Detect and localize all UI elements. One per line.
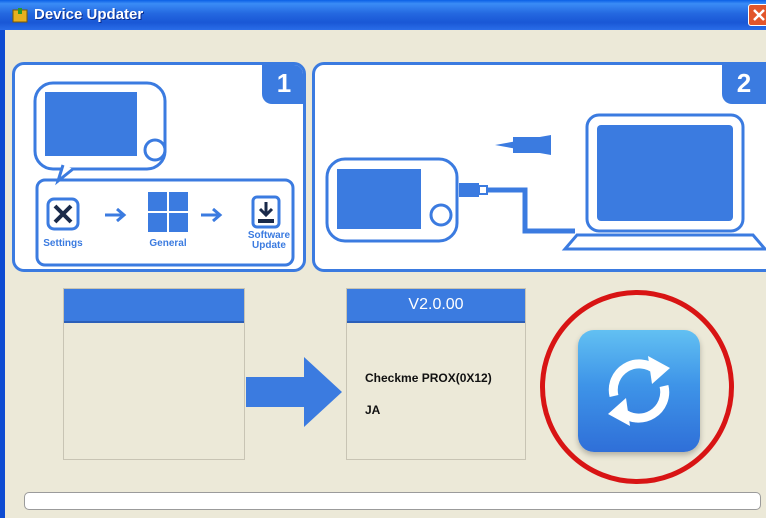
close-button[interactable] bbox=[748, 4, 766, 26]
settings-icon bbox=[46, 197, 80, 231]
device-model: Checkme PROX(0X12) bbox=[365, 371, 492, 385]
app-icon bbox=[12, 8, 28, 23]
device-language: JA bbox=[365, 403, 381, 417]
current-version-panel bbox=[63, 288, 245, 460]
arrow-right-icon bbox=[201, 208, 223, 222]
step-2-panel: 2 bbox=[312, 62, 766, 272]
software-update-label: Software Update bbox=[247, 230, 291, 251]
step-1-panel: 1 Settings General Software Update bbox=[12, 62, 306, 272]
new-version-panel: V2.0.00 Checkme PROX(0X12) JA bbox=[346, 288, 526, 460]
general-label: General bbox=[149, 238, 187, 249]
window-title: Device Updater bbox=[34, 6, 144, 23]
arrow-right-icon bbox=[246, 357, 342, 427]
arrow-right-icon bbox=[105, 208, 127, 222]
close-icon bbox=[753, 9, 765, 21]
progress-bar bbox=[24, 492, 761, 510]
connection-illustration bbox=[325, 113, 766, 251]
title-bar: Device Updater bbox=[0, 0, 766, 30]
general-icon bbox=[148, 192, 188, 232]
settings-label: Settings bbox=[43, 238, 83, 249]
current-version-header bbox=[64, 289, 244, 323]
highlight-circle bbox=[540, 290, 734, 484]
software-update-icon bbox=[251, 195, 281, 229]
new-version-header: V2.0.00 bbox=[347, 289, 525, 323]
